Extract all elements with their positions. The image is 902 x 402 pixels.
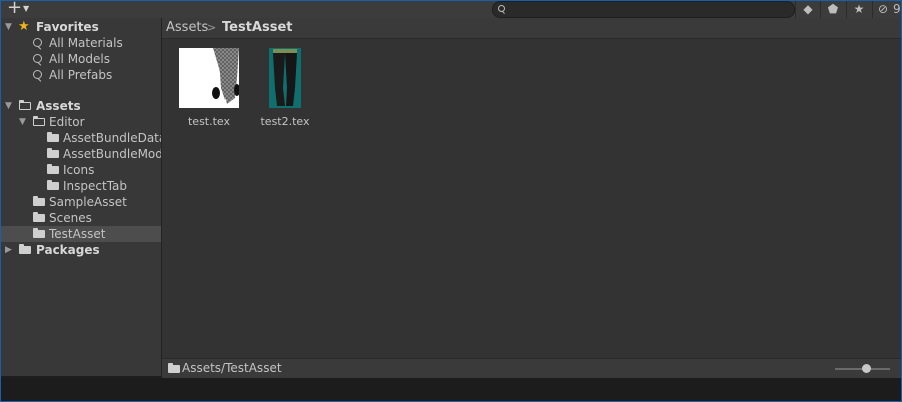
favorite-button[interactable]: ★ [846, 1, 871, 18]
chevron-right-icon: > [207, 21, 217, 34]
search-icon [498, 5, 505, 12]
folder-icon [19, 244, 31, 254]
tag-icon: ⬟ [827, 2, 839, 16]
search-icon [33, 38, 42, 47]
window-footer [1, 378, 901, 401]
folder-open-icon [19, 100, 31, 110]
folder-tree-panel: ▼ ★ Favorites All Materials All Models A… [1, 18, 162, 376]
breadcrumb: Assets > TestAsset [162, 18, 901, 39]
tree-item-label: TestAsset [49, 227, 106, 241]
search-by-label-button[interactable]: ⬟ [820, 1, 845, 18]
folder-icon [47, 164, 59, 174]
tree-item-label: All Prefabs [49, 68, 113, 82]
expand-arrow-icon[interactable]: ▼ [5, 98, 12, 114]
star-icon: ★ [853, 2, 865, 16]
search-icon [33, 54, 42, 63]
tree-item-label: AssetBundleMode [63, 147, 162, 161]
breadcrumb-item-current[interactable]: TestAsset [222, 18, 292, 38]
asset-name: test.tex [187, 115, 231, 128]
tree-item-label: All Materials [49, 36, 123, 50]
asset-name: test2.tex [260, 115, 310, 128]
zoom-slider[interactable] [835, 364, 890, 373]
tree-item-label: Scenes [49, 211, 92, 225]
search-by-type-button[interactable]: ◆ [795, 1, 820, 18]
project-toolbar: + ▼ ◆ ⬟ ★ ⊘ 9 [1, 0, 901, 19]
folder-icon [47, 148, 59, 158]
folder-icon [47, 180, 59, 190]
tree-item-label: All Models [49, 52, 110, 66]
tree-item-label: Packages [36, 243, 100, 257]
expand-arrow-icon[interactable]: ▶ [5, 242, 12, 258]
expand-arrow-icon[interactable]: ▼ [19, 114, 26, 130]
asset-grid-panel: Assets > TestAsset test.tex test2.tex [162, 18, 901, 358]
selected-path: Assets/TestAsset [182, 361, 282, 375]
folder-icon [168, 363, 180, 373]
expand-arrow-icon[interactable]: ▼ [5, 19, 12, 35]
texture-thumbnail [255, 48, 315, 108]
status-bar: Assets/TestAsset [162, 358, 901, 378]
tree-item-assetbundledata[interactable]: AssetBundleData [1, 130, 161, 146]
folder-icon [33, 228, 45, 238]
folder-icon [33, 196, 45, 206]
shapes-icon: ◆ [803, 2, 813, 16]
tree-item-all-materials[interactable]: All Materials [1, 35, 161, 51]
tree-item-label: Favorites [36, 20, 99, 34]
tree-item-sampleasset[interactable]: SampleAsset [1, 194, 161, 210]
tree-item-editor[interactable]: ▼ Editor [1, 114, 161, 130]
plus-icon: + [7, 0, 23, 18]
hidden-packages-button[interactable]: ⊘ [872, 1, 893, 18]
tree-item-all-models[interactable]: All Models [1, 51, 161, 67]
tree-item-favorites[interactable]: ▼ ★ Favorites [1, 19, 161, 35]
folder-icon [33, 212, 45, 222]
tree-item-assetbundlemode[interactable]: AssetBundleMode [1, 146, 161, 162]
texture-thumbnail [179, 48, 239, 108]
tree-item-label: SampleAsset [49, 195, 127, 209]
breadcrumb-item-assets[interactable]: Assets [166, 18, 208, 38]
search-input[interactable] [492, 1, 795, 18]
tree-item-testasset[interactable]: TestAsset [1, 226, 161, 242]
tree-item-label: AssetBundleData [63, 131, 162, 145]
star-icon: ★ [18, 19, 30, 34]
folder-icon [47, 132, 59, 142]
tree-item-label: Assets [36, 99, 81, 113]
tree-item-label: Icons [63, 163, 95, 177]
tree-item-label: Editor [49, 115, 85, 129]
chevron-down-icon: ▼ [23, 4, 30, 13]
tree-item-packages[interactable]: ▶ Packages [1, 242, 161, 258]
folder-open-icon [33, 116, 45, 126]
tree-item-assets[interactable]: ▼ Assets [1, 98, 161, 114]
search-icon [33, 70, 42, 79]
tree-item-all-prefabs[interactable]: All Prefabs [1, 67, 161, 83]
tree-item-scenes[interactable]: Scenes [1, 210, 161, 226]
tree-item-label: InspectTab [63, 179, 128, 193]
eye-slash-icon: ⊘ [877, 2, 889, 16]
tree-item-inspecttab[interactable]: InspectTab [1, 178, 161, 194]
slider-handle[interactable] [862, 364, 871, 373]
hidden-packages-count: 9 [893, 2, 901, 16]
tree-item-icons[interactable]: Icons [1, 162, 161, 178]
create-button[interactable]: + ▼ [5, 0, 35, 18]
